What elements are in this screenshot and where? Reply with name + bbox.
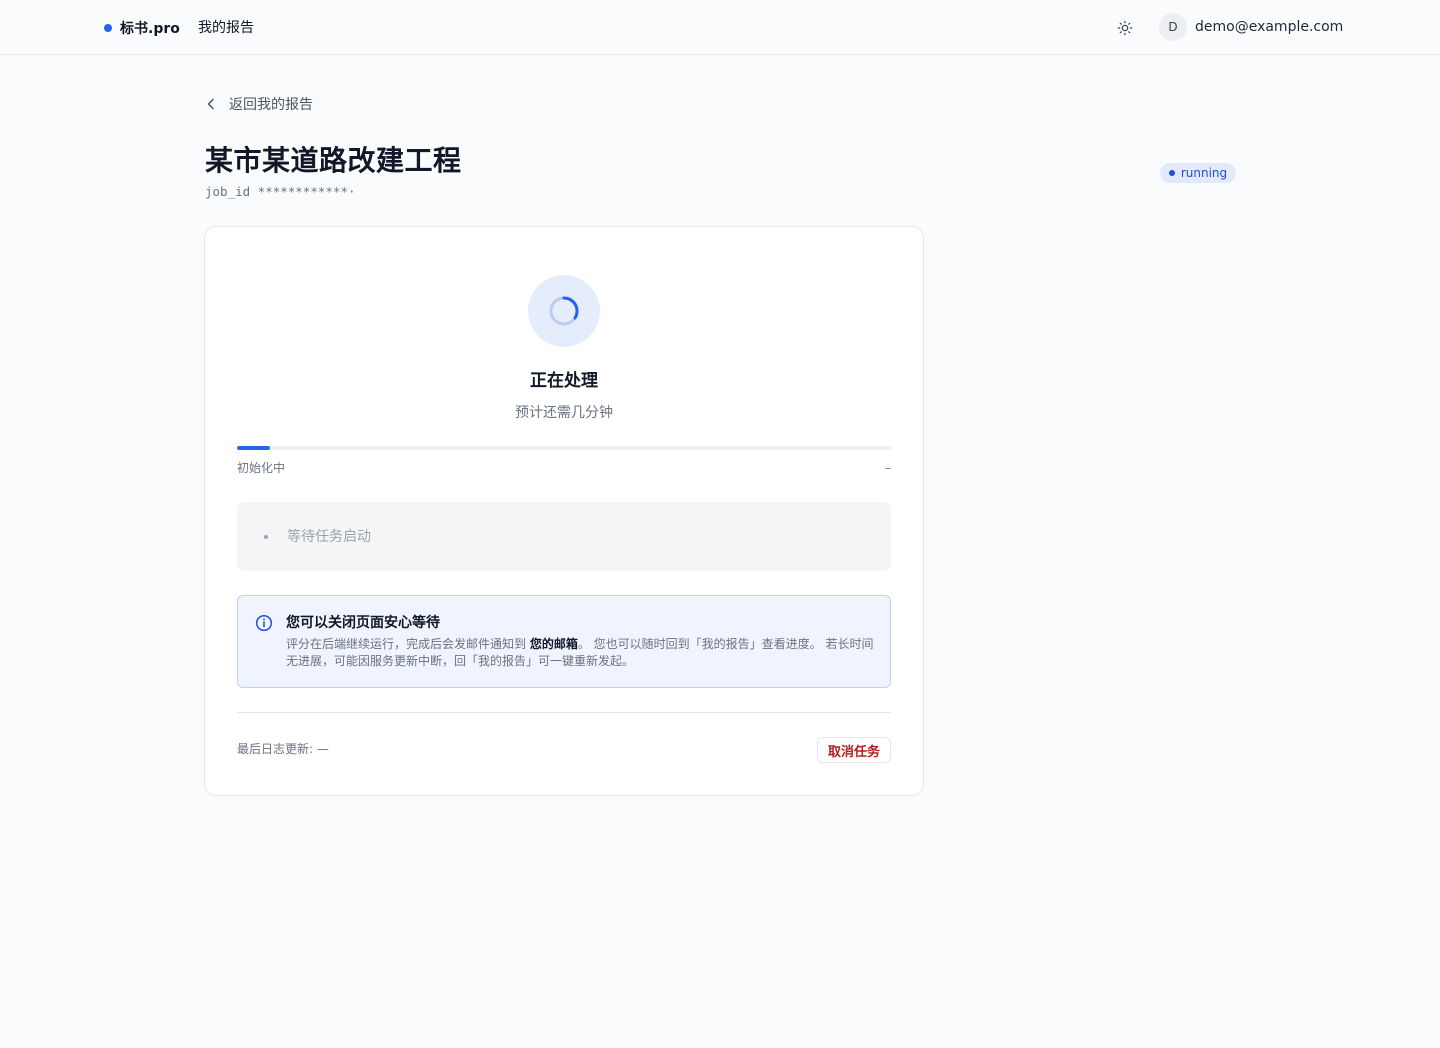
brand-name: 标书.pro <box>120 21 180 37</box>
avatar[interactable]: D <box>1159 13 1187 41</box>
page-title: 某市某道路改建工程 <box>205 144 462 177</box>
brand-logo[interactable]: 标书.pro <box>104 17 180 39</box>
info-body-email: 您的邮箱 <box>529 637 578 651</box>
sun-icon <box>1117 20 1133 36</box>
top-bar: 标书.pro 我的报告 D demo@example.com <box>0 0 1440 55</box>
info-notice: 您可以关闭页面安心等待 评分在后端继续运行，完成后会发邮件通知到 您的邮箱。 您… <box>237 595 891 688</box>
spinner <box>528 275 600 347</box>
processing-subtitle: 预计还需几分钟 <box>515 405 613 421</box>
info-body: 评分在后端继续运行，完成后会发邮件通知到 您的邮箱。 您也可以随时回到「我的报告… <box>286 636 876 670</box>
theme-toggle-button[interactable] <box>1113 16 1137 40</box>
stage-value: – <box>885 461 891 475</box>
user-email[interactable]: demo@example.com <box>1195 17 1343 39</box>
job-id: job_id ************· <box>205 184 356 199</box>
divider <box>237 712 891 713</box>
processing-title: 正在处理 <box>530 371 598 391</box>
brand-dot-icon <box>104 24 112 32</box>
progress-fill <box>237 446 270 450</box>
nav-my-reports[interactable]: 我的报告 <box>198 17 254 39</box>
log-panel: 等待任务启动 <box>237 502 891 571</box>
stage-label: 初始化中 <box>237 461 286 475</box>
status-dot-icon <box>1168 170 1175 176</box>
info-icon <box>255 614 273 632</box>
status-text: running <box>1180 166 1228 180</box>
status-badge: running <box>1160 163 1236 183</box>
info-title: 您可以关闭页面安心等待 <box>286 615 440 631</box>
info-body-prefix: 评分在后端继续运行，完成后会发邮件通知到 <box>286 637 530 651</box>
cancel-task-button[interactable]: 取消任务 <box>817 737 891 763</box>
last-log-update: 最后日志更新: — <box>237 742 329 756</box>
progress-bar <box>237 446 891 450</box>
back-link-label: 返回我的报告 <box>229 97 313 113</box>
bullet-icon <box>264 535 268 539</box>
loading-spinner-icon <box>549 296 579 326</box>
processing-card: 正在处理 预计还需几分钟 初始化中 – 等待任务启动 您可以关闭页面安心等待 评… <box>204 226 924 796</box>
log-entry: 等待任务启动 <box>287 529 371 545</box>
chevron-left-icon <box>207 98 214 110</box>
back-to-reports-link[interactable]: 返回我的报告 <box>205 94 313 114</box>
